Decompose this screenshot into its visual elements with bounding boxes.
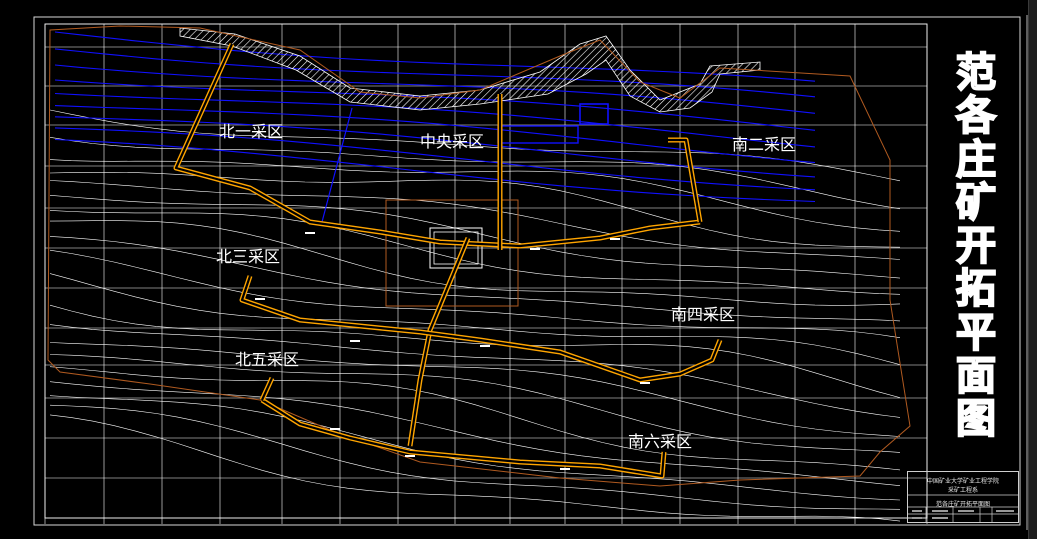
map-title-char: 范 [955, 50, 997, 96]
map-title-char: 开 [955, 223, 997, 270]
road-annotation-mark [405, 455, 415, 457]
contour-line [49, 273, 901, 365]
mine-map-drawing [33, 15, 1028, 530]
contour-line [49, 381, 901, 486]
zone-label-north-1: 北一采区 [219, 122, 284, 141]
zone-label-north-5: 北五采区 [235, 350, 300, 369]
cad-viewport[interactable]: 北一采区 中央采区 南二采区 北三采区 南四采区 北五采区 南六采区 范 各 庄… [0, 0, 1037, 539]
drawing-title-block: 中国矿业大学矿业工程学院 采矿工程系 范各庄矿开拓平面图 [907, 471, 1019, 523]
viewport-scrollbar[interactable] [1028, 0, 1037, 539]
map-title: 范 各 庄 矿 开 拓 平 面 图 [948, 50, 1004, 443]
road-annotation-mark [610, 238, 620, 240]
zone-label-north-3: 北三采区 [216, 247, 281, 266]
hatched-outcrop-area [179, 27, 761, 113]
map-title-char: 面 [955, 353, 997, 400]
road-annotation-mark [530, 248, 540, 250]
map-title-char: 图 [955, 396, 997, 443]
hatched-outcrop [179, 27, 761, 113]
roadway-north-5-spur-gap [260, 377, 274, 401]
map-title-char: 各 [955, 93, 997, 140]
contour-line [49, 236, 901, 322]
map-title-char: 拓 [955, 266, 997, 313]
contour-line [49, 366, 901, 471]
road-annotation-mark [560, 468, 570, 470]
zone-label-south-4: 南四采区 [671, 305, 736, 324]
contour-line [49, 304, 901, 398]
road-annotation-mark [640, 382, 650, 384]
coal-seam-lines [54, 31, 816, 223]
road-annotation-mark [480, 345, 490, 347]
map-title-char: 矿 [955, 179, 997, 226]
contour-line [49, 342, 901, 437]
contour-line [49, 395, 901, 501]
zone-label-south-6: 南六采区 [628, 432, 693, 451]
map-title-char: 平 [955, 309, 997, 356]
road-annotation-mark [305, 232, 315, 234]
road-annotation-mark [255, 298, 265, 300]
title-block-grid [908, 494, 1018, 522]
contour-line [49, 180, 901, 260]
zone-label-south-2: 南二采区 [732, 135, 797, 154]
zone-label-central: 中央采区 [420, 132, 485, 151]
road-annotation-mark [330, 428, 340, 430]
contour-line [49, 172, 901, 248]
contour-line [49, 249, 901, 338]
map-title-char: 庄 [955, 136, 997, 183]
road-annotation-mark [350, 340, 360, 342]
